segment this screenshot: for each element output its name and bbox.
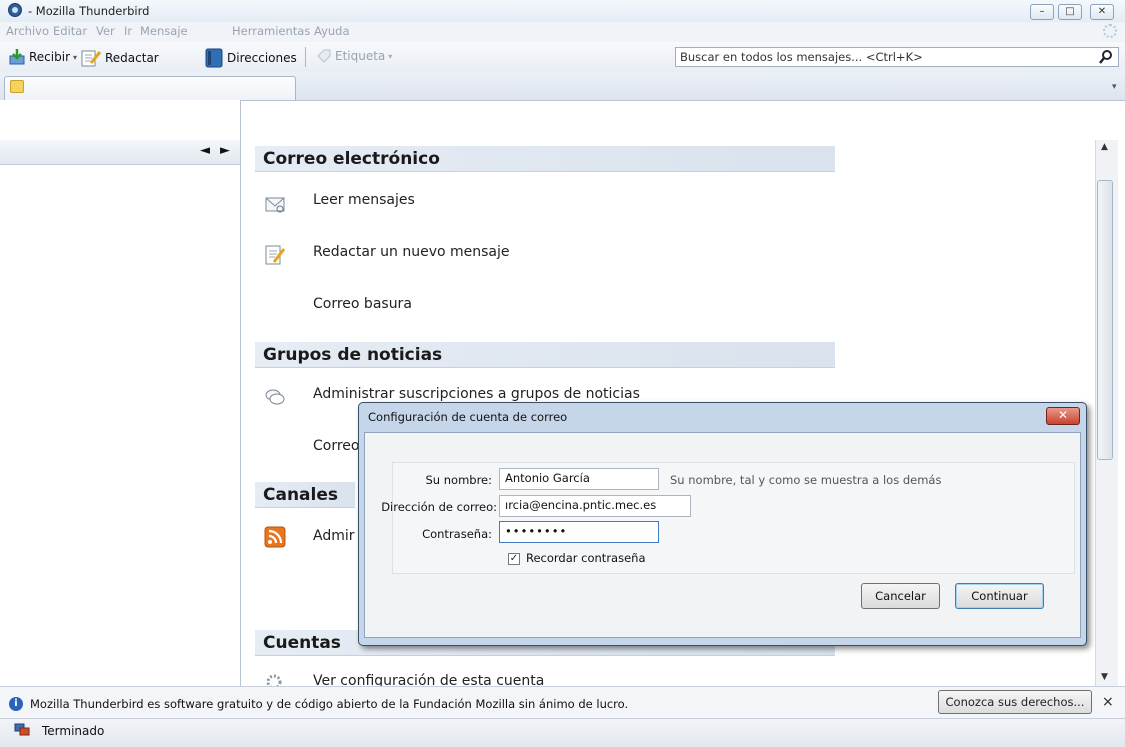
toolbar-separator bbox=[305, 47, 306, 67]
newsgroup-subscriptions-icon bbox=[265, 389, 285, 405]
continue-button[interactable]: Continuar bbox=[955, 583, 1044, 609]
previous-view-icon[interactable]: ◄ bbox=[200, 143, 210, 158]
write-icon bbox=[81, 50, 102, 67]
name-label: Su nombre: bbox=[425, 473, 493, 487]
newsgroup-subscriptions-link[interactable]: Administrar suscripciones a grupos de no… bbox=[313, 386, 640, 402]
get-mail-label: Recibir bbox=[29, 50, 70, 64]
folder-icon bbox=[10, 80, 24, 93]
menu-archivo[interactable]: Archivo bbox=[6, 24, 49, 38]
maximize-button[interactable]: □ bbox=[1058, 4, 1082, 20]
write-label: Redactar bbox=[105, 51, 159, 65]
thunderbird-app-icon bbox=[8, 3, 22, 17]
info-icon: i bbox=[9, 697, 23, 711]
activity-throbber-icon bbox=[1103, 24, 1117, 38]
section-title-feeds: Canales bbox=[255, 482, 355, 508]
tag-icon bbox=[317, 49, 331, 63]
get-mail-icon bbox=[9, 49, 25, 65]
name-hint: Su nombre, tal y como se muestra a los d… bbox=[670, 473, 942, 487]
compose-message-icon bbox=[265, 245, 286, 265]
folder-pane bbox=[0, 100, 241, 686]
password-label: Contraseña: bbox=[422, 527, 492, 541]
write-button[interactable]: Redactar bbox=[80, 48, 159, 68]
window-title: - Mozilla Thunderbird bbox=[28, 4, 150, 18]
tag-label: Etiqueta bbox=[335, 49, 386, 63]
remember-password-checkbox[interactable]: ✓ bbox=[508, 553, 520, 565]
menu-herramientas[interactable]: Herramientas bbox=[232, 24, 310, 38]
title-bar bbox=[0, 0, 1125, 22]
name-field[interactable]: Antonio García bbox=[499, 468, 659, 490]
address-book-button[interactable]: Direcciones bbox=[204, 48, 297, 68]
tag-button[interactable]: Etiqueta ▾ bbox=[316, 48, 392, 64]
compose-message-link[interactable]: Redactar un nuevo mensaje bbox=[313, 244, 510, 260]
search-icon[interactable] bbox=[1098, 49, 1114, 65]
status-text: Terminado bbox=[42, 724, 105, 738]
manage-feeds-link[interactable]: Admir bbox=[313, 528, 355, 544]
address-book-label: Direcciones bbox=[227, 51, 297, 65]
search-input[interactable]: Buscar en todos los mensajes... <Ctrl+K> bbox=[675, 47, 1119, 67]
account-settings-row: Ver configuración de esta cuenta bbox=[255, 664, 1095, 686]
email-label: Dirección de correo: bbox=[381, 500, 497, 514]
scroll-down-arrow-icon[interactable]: ▼ bbox=[1101, 672, 1108, 682]
menu-ayuda[interactable]: Ayuda bbox=[314, 24, 350, 38]
menu-editar[interactable]: Editar bbox=[53, 24, 87, 38]
scrollbar-thumb[interactable] bbox=[1097, 180, 1113, 460]
address-book-icon bbox=[205, 48, 223, 68]
newsgroup-mail-link[interactable]: Correo bbox=[313, 438, 359, 454]
know-your-rights-button[interactable]: Conozca sus derechos... bbox=[938, 690, 1092, 714]
rss-feed-icon bbox=[264, 526, 286, 548]
remember-password-label: Recordar contraseña bbox=[526, 551, 646, 565]
read-messages-icon bbox=[265, 197, 285, 213]
section-title-newsgroups: Grupos de noticias bbox=[255, 342, 835, 368]
email-field[interactable]: ırcia@encina.pntic.mec.es bbox=[499, 495, 691, 517]
menu-ver[interactable]: Ver bbox=[96, 24, 115, 38]
tab-list-dropdown-icon[interactable]: ▾ bbox=[1112, 82, 1117, 92]
read-messages-link[interactable]: Leer mensajes bbox=[313, 192, 415, 208]
menu-ir[interactable]: Ir bbox=[124, 24, 132, 38]
section-title-email: Correo electrónico bbox=[255, 146, 835, 172]
online-status-icon[interactable] bbox=[14, 723, 30, 737]
next-view-icon[interactable]: ► bbox=[220, 143, 230, 158]
dropdown-arrow-icon[interactable]: ▾ bbox=[73, 53, 77, 62]
get-mail-button[interactable]: Recibir ▾ bbox=[8, 48, 77, 66]
account-settings-icon bbox=[266, 674, 282, 686]
account-settings-link[interactable]: Ver configuración de esta cuenta bbox=[313, 673, 544, 686]
close-notification-icon[interactable]: × bbox=[1102, 694, 1114, 710]
junk-mail-link[interactable]: Correo basura bbox=[313, 296, 412, 312]
close-window-button[interactable]: ✕ bbox=[1090, 4, 1114, 20]
dropdown-arrow-icon[interactable]: ▾ bbox=[388, 52, 392, 61]
dialog-close-button[interactable]: ✕ bbox=[1046, 407, 1080, 425]
dialog-title: Configuración de cuenta de correo bbox=[368, 410, 568, 424]
menu-mensaje[interactable]: Mensaje bbox=[140, 24, 188, 38]
status-bar bbox=[0, 718, 1125, 747]
scroll-up-arrow-icon[interactable]: ▲ bbox=[1101, 142, 1108, 152]
notification-text: Mozilla Thunderbird es software gratuito… bbox=[30, 697, 629, 711]
minimize-button[interactable]: – bbox=[1030, 4, 1054, 20]
tab-folder[interactable] bbox=[4, 76, 296, 100]
cancel-button[interactable]: Cancelar bbox=[861, 583, 940, 609]
password-field[interactable]: •••••••• bbox=[499, 521, 659, 543]
